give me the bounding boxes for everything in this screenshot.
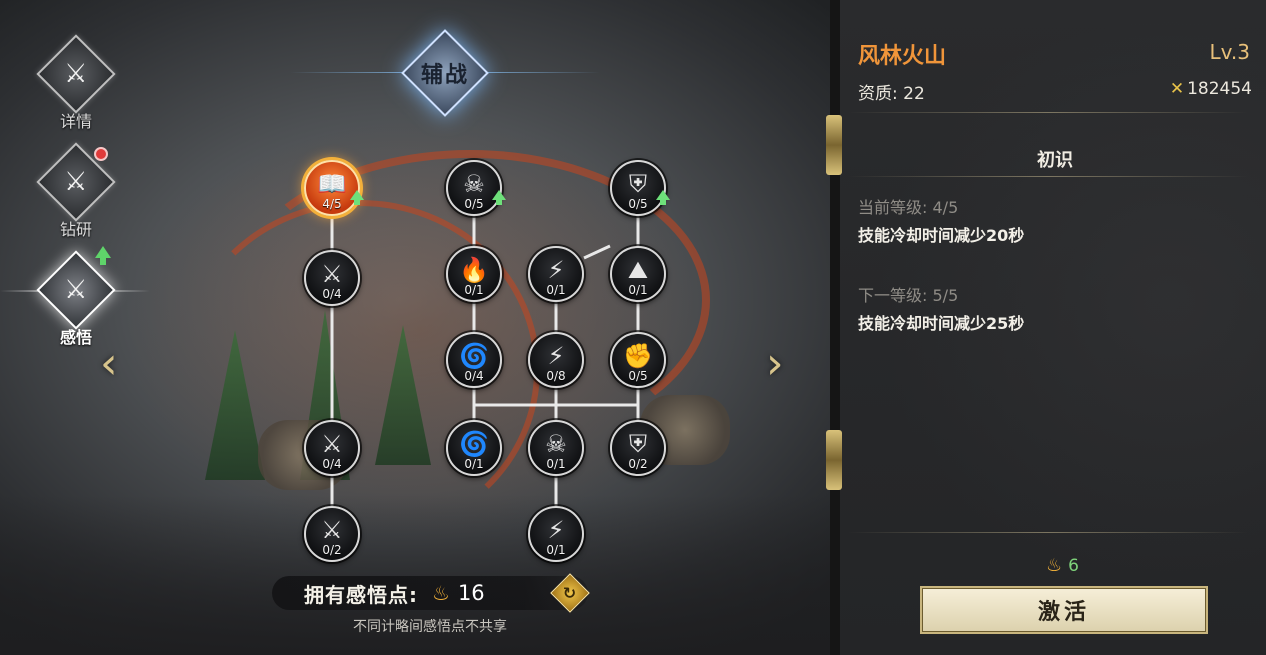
node-count: 0/2 bbox=[322, 543, 342, 557]
upgrade-arrow-icon bbox=[656, 190, 670, 205]
skill-node[interactable]: ⚡ 0/1 bbox=[528, 246, 584, 302]
node-count: 0/1 bbox=[546, 283, 566, 297]
sword-book-icon: ⚔ bbox=[321, 516, 343, 544]
node-count: 0/1 bbox=[628, 283, 648, 297]
divider bbox=[848, 176, 1248, 177]
skill-node[interactable]: ⛨ 0/5 bbox=[610, 160, 670, 216]
sword-emblem-icon: ⚔ bbox=[64, 167, 88, 197]
lightning-icon: ⚡ bbox=[547, 342, 565, 370]
crossed-swords-icon: ✕ bbox=[1169, 79, 1185, 99]
divider bbox=[848, 112, 1248, 113]
skill-node[interactable]: ⚔ 0/2 bbox=[304, 506, 360, 562]
skill-tree-scene: 辅战 bbox=[0, 0, 830, 655]
sword-emblem-icon: ⚔ bbox=[64, 59, 88, 89]
node-count: 0/4 bbox=[464, 369, 484, 383]
lightning-icon: ⚡ bbox=[547, 256, 565, 284]
next-level-value: 5/5 bbox=[932, 286, 959, 305]
upgrade-arrow-icon bbox=[492, 190, 506, 205]
skill-node[interactable]: ⚡ 0/1 bbox=[528, 506, 584, 562]
prev-arrow-button[interactable]: ‹ bbox=[100, 338, 118, 389]
panel-edge-ornament bbox=[826, 115, 842, 175]
activate-cost: ♨ 6 bbox=[1046, 555, 1079, 576]
node-count: 0/5 bbox=[628, 369, 648, 383]
node-count: 0/2 bbox=[628, 457, 648, 471]
sword-emblem-icon: ⚔ bbox=[64, 275, 88, 305]
node-count: 0/1 bbox=[464, 283, 484, 297]
next-arrow-button[interactable]: › bbox=[766, 338, 784, 389]
current-level-label: 当前等级: bbox=[858, 198, 928, 217]
points-note: 不同计略间感悟点不共享 bbox=[353, 619, 507, 635]
skill-node[interactable]: ⚡ 0/8 bbox=[528, 332, 584, 388]
quality-label: 资质: bbox=[858, 84, 898, 104]
tab-details[interactable]: ⚔ 详情 bbox=[36, 34, 116, 132]
tree-connections bbox=[330, 216, 640, 506]
rock-fist-icon: ✊ bbox=[623, 342, 653, 370]
tab-research[interactable]: ⚔ 钻研 bbox=[36, 142, 116, 240]
sword-book-icon: ⚔ bbox=[321, 260, 343, 288]
skill-node[interactable]: ☠ 0/5 bbox=[446, 160, 506, 216]
skill-node[interactable]: ⛰ 0/1 bbox=[610, 246, 666, 302]
mountain-icon: ⛰ bbox=[627, 256, 649, 284]
divider bbox=[848, 532, 1248, 533]
quality-row: 资质: 22 bbox=[858, 79, 925, 104]
flame-icon: ♨ bbox=[432, 581, 450, 605]
shield-icon: ⛨ bbox=[629, 430, 647, 458]
node-count: 0/1 bbox=[546, 543, 566, 557]
activate-button[interactable]: 激活 bbox=[920, 586, 1208, 634]
node-count: 0/1 bbox=[546, 457, 566, 471]
flame-icon: ♨ bbox=[1046, 555, 1063, 576]
demon-mask-icon: ☠ bbox=[545, 430, 567, 458]
node-count: 0/4 bbox=[322, 457, 342, 471]
points-value: 16 bbox=[457, 581, 485, 605]
skill-node[interactable]: ⚔ 0/4 bbox=[304, 250, 360, 306]
skill-node[interactable]: 📖 4/5 bbox=[304, 160, 364, 216]
node-count: 0/4 bbox=[322, 287, 342, 301]
skill-name: 风林火山 bbox=[858, 44, 947, 69]
skill-level: Lv.3 bbox=[1209, 40, 1250, 64]
panel-edge-ornament bbox=[826, 430, 842, 490]
next-level-label: 下一等级: bbox=[858, 286, 928, 305]
current-effect: 技能冷却时间减少20秒 bbox=[858, 226, 1025, 245]
skill-node[interactable]: ⛨ 0/2 bbox=[610, 420, 666, 476]
next-level-row: 下一等级: 5/5 bbox=[858, 282, 958, 306]
sword-book-icon: ⚔ bbox=[321, 430, 343, 458]
points-label: 拥有感悟点: bbox=[304, 582, 418, 607]
lightning-icon: ⚡ bbox=[547, 516, 565, 544]
refresh-icon: ↻ bbox=[563, 583, 577, 603]
power-row: ✕ 182454 bbox=[1170, 79, 1252, 99]
upgrade-arrow-icon bbox=[350, 190, 364, 205]
skill-node[interactable]: ⚔ 0/4 bbox=[304, 420, 360, 476]
skill-node[interactable]: ✊ 0/5 bbox=[610, 332, 666, 388]
skill-node[interactable]: ☠ 0/1 bbox=[528, 420, 584, 476]
skill-node[interactable]: 🌀 0/1 bbox=[446, 420, 502, 476]
quality-value: 22 bbox=[903, 84, 925, 104]
swirl-icon: 🌀 bbox=[459, 342, 489, 370]
section-title: 初识 bbox=[1037, 150, 1073, 171]
current-level-row: 当前等级: 4/5 bbox=[858, 194, 958, 218]
skill-node[interactable]: 🔥 0/1 bbox=[446, 246, 502, 302]
node-count: 0/8 bbox=[546, 369, 566, 383]
skill-node[interactable]: 🌀 0/4 bbox=[446, 332, 502, 388]
current-level-value: 4/5 bbox=[932, 198, 959, 217]
insight-points-bar: 拥有感悟点: ♨ 16 ↻ bbox=[272, 573, 590, 613]
next-effect: 技能冷却时间减少25秒 bbox=[858, 314, 1025, 333]
swirl-icon: 🌀 bbox=[459, 430, 489, 458]
cost-value: 6 bbox=[1068, 556, 1079, 576]
connector-line bbox=[583, 244, 611, 260]
power-value: 182454 bbox=[1187, 79, 1252, 99]
tab-details-badge: ⚔ bbox=[36, 34, 116, 114]
node-count: 0/1 bbox=[464, 457, 484, 471]
flame-icon: 🔥 bbox=[459, 256, 489, 284]
upgrade-arrow-icon bbox=[95, 246, 111, 265]
tab-insight[interactable]: ⚔ 感悟 bbox=[36, 250, 116, 348]
notification-dot bbox=[94, 147, 108, 161]
